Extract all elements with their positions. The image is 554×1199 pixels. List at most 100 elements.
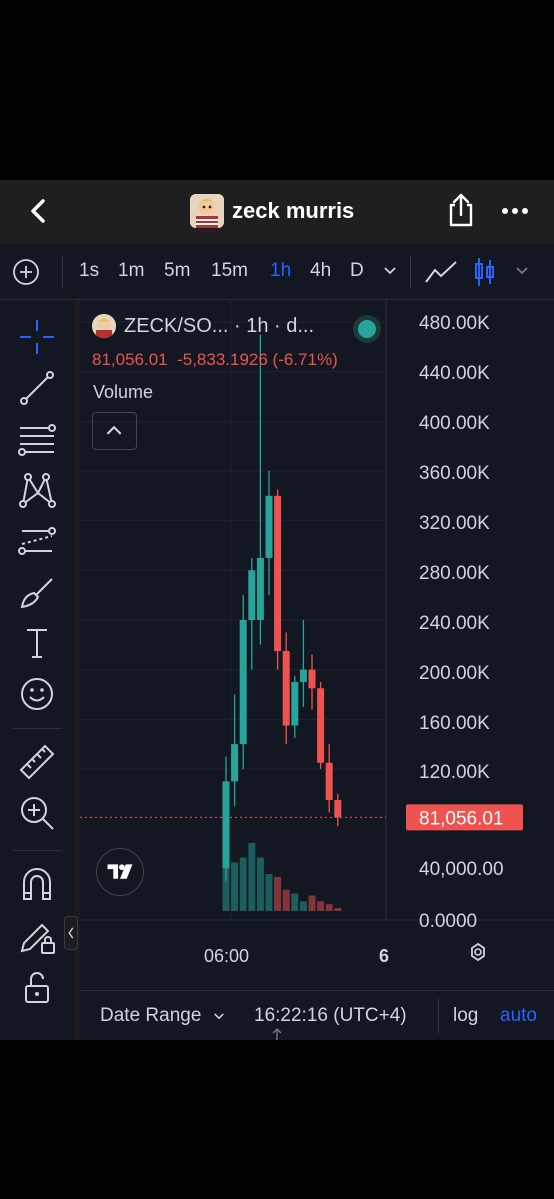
price-axis-label: 120.00K (419, 762, 490, 783)
volume-bar (334, 908, 342, 911)
divider (12, 850, 62, 851)
market-status-icon[interactable] (358, 320, 376, 338)
volume-bar (291, 893, 299, 911)
clock-timezone[interactable]: 16:22:16 (UTC+4) (254, 1005, 407, 1027)
collapse-legend-button[interactable] (92, 412, 137, 450)
volume-bar (274, 876, 282, 911)
chart-pane[interactable]: 480.00K 440.00K 400.00K 360.00K 320.00K 280.0… (80, 300, 554, 990)
log-scale-toggle[interactable]: log (453, 1005, 478, 1027)
time-axis-label: 06:00 (204, 946, 249, 966)
price-axis-label: 40,000.00 (419, 859, 504, 880)
volume-bar (282, 889, 290, 911)
tradingview-logo[interactable] (96, 848, 144, 896)
volume-bar (256, 857, 264, 911)
avatar[interactable] (190, 194, 224, 228)
unlock-icon[interactable] (18, 968, 56, 1006)
drawing-toolbar (0, 300, 74, 1040)
price-axis-label: 160.00K (419, 713, 490, 734)
candlestick-icon[interactable] (474, 256, 496, 288)
emoji-icon[interactable] (18, 675, 56, 713)
chevron-down-icon[interactable] (383, 266, 397, 276)
symbol-legend[interactable]: ZECK/SO... · 1h · d... (92, 314, 314, 338)
text-icon[interactable] (18, 624, 56, 662)
volume-bar (317, 901, 325, 911)
price-chart[interactable]: 480.00K 440.00K 400.00K 360.00K 320.00K 280.0… (80, 300, 554, 990)
volume-bar (299, 901, 307, 911)
candle-body (222, 781, 230, 869)
volume-bar (265, 874, 273, 911)
divider (410, 256, 411, 288)
candle-body (248, 570, 256, 620)
candle-body (291, 682, 299, 726)
add-symbol-icon[interactable] (12, 258, 40, 286)
toolbar-toggle-handle[interactable] (64, 916, 78, 950)
price-axis-label: 440.00K (419, 363, 490, 384)
divider (12, 728, 62, 729)
candle-body (231, 744, 239, 782)
lock-drawing-icon[interactable] (18, 917, 56, 955)
symbol-logo (92, 314, 116, 338)
back-icon[interactable] (22, 194, 56, 228)
zoom-in-icon[interactable] (18, 794, 56, 832)
auto-scale-toggle[interactable]: auto (500, 1005, 537, 1027)
crosshair-icon[interactable] (18, 318, 56, 356)
tab-1m[interactable]: 1m (118, 260, 144, 282)
more-icon[interactable] (500, 196, 530, 226)
candle-body (239, 620, 247, 745)
projection-icon[interactable] (18, 522, 56, 560)
ruler-icon[interactable] (18, 743, 56, 781)
app-window: zeck murris 1s 1m 5m 15m 1h 4h D 480.00K… (0, 180, 554, 1040)
volume-label: Volume (93, 382, 154, 402)
last-price-tag-label: 81,056.01 (419, 808, 504, 829)
candle-body (299, 669, 307, 683)
price-axis-label: 280.00K (419, 563, 490, 584)
volume-bar (231, 862, 239, 911)
candle-body (325, 762, 333, 801)
candle-body (256, 557, 264, 620)
candle-body (317, 688, 325, 763)
ohlc-values: 81,056.01 -5,833.1926 (-6.71%) (92, 350, 338, 369)
line-chart-icon[interactable] (424, 258, 458, 286)
candle-body (282, 651, 290, 726)
date-range-label: Date Range (100, 1005, 202, 1026)
divider (62, 256, 63, 288)
time-axis-label: 6 (379, 946, 389, 966)
chevron-down-icon (213, 1013, 224, 1020)
candle-body (308, 669, 316, 689)
top-header: zeck murris (0, 180, 554, 244)
chart-background (80, 300, 554, 990)
date-range-button[interactable]: Date Range (100, 1005, 225, 1027)
volume-bar (248, 842, 256, 911)
candle-body (334, 800, 342, 818)
bottom-toolbar: Date Range 16:22:16 (UTC+4) log auto (80, 990, 554, 1040)
candle-body (265, 495, 273, 558)
fib-retracement-icon[interactable] (18, 420, 56, 458)
tab-4h[interactable]: 4h (310, 260, 331, 282)
tab-d[interactable]: D (350, 260, 364, 282)
magnet-icon[interactable] (18, 866, 56, 904)
price-axis-label: 360.00K (419, 463, 490, 484)
volume-bar (239, 857, 247, 911)
chevron-up-icon (106, 425, 122, 435)
symbol-name: ZECK/SO... · 1h · d... (124, 314, 315, 337)
divider (438, 999, 439, 1033)
price-axis-label: 0.0000 (419, 911, 477, 932)
chevron-down-icon[interactable] (515, 266, 529, 276)
price-axis-label: 400.00K (419, 413, 490, 434)
chat-title-text: zeck murris (232, 198, 355, 223)
timeframe-toolbar: 1s 1m 5m 15m 1h 4h D (0, 244, 554, 300)
brush-icon[interactable] (18, 573, 56, 611)
price-axis-label: 480.00K (419, 313, 490, 334)
xabcd-pattern-icon[interactable] (18, 471, 56, 509)
candle-body (274, 495, 282, 652)
share-icon[interactable] (444, 192, 478, 228)
tab-1h[interactable]: 1h (270, 260, 291, 282)
tab-15m[interactable]: 15m (211, 260, 248, 282)
volume-bar (308, 895, 316, 911)
price-axis-label: 200.00K (419, 663, 490, 684)
tab-5m[interactable]: 5m (164, 260, 190, 282)
trend-line-icon[interactable] (18, 369, 56, 407)
price-axis-label: 320.00K (419, 513, 490, 534)
tab-1s[interactable]: 1s (79, 260, 99, 282)
chat-title[interactable]: zeck murris (190, 192, 354, 230)
